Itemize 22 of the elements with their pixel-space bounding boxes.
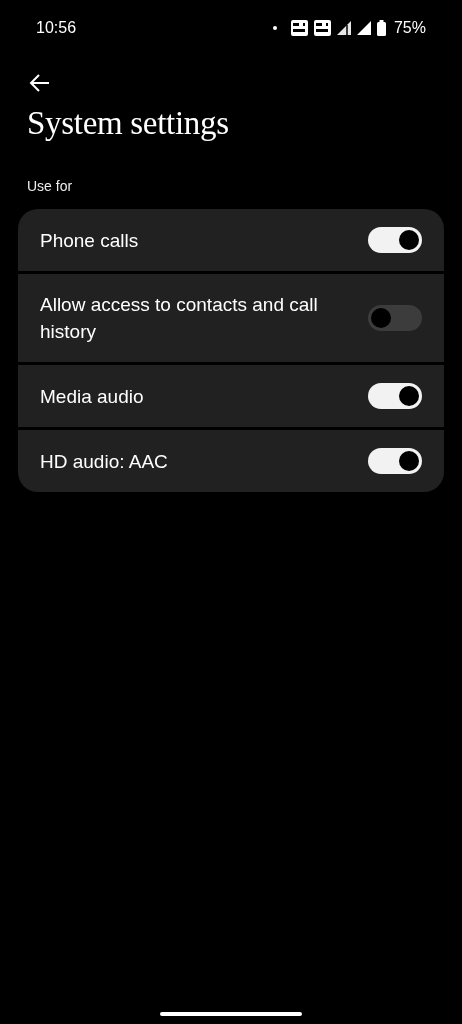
toggle-switch[interactable] [368,383,422,409]
toggle-switch[interactable] [368,305,422,331]
section-header: Use for [27,178,74,194]
signal-icon [336,20,351,35]
clock: 10:56 [36,18,77,37]
setting-label: Media audio [40,384,145,409]
setting-row[interactable]: Allow access to contacts and call history [18,274,444,362]
volte-icon [290,19,308,36]
battery-percentage: 75% [393,18,426,37]
setting-label: HD audio: AAC [40,449,169,474]
notification-dot-icon [272,25,277,30]
battery-icon [376,19,386,36]
volte-icon [313,19,331,36]
signal-icon [356,20,371,35]
setting-label: Allow access to contacts and call history [40,293,319,344]
setting-row[interactable]: Media audio [18,365,444,427]
setting-row[interactable]: HD audio: AAC [18,430,444,492]
toggle-switch[interactable] [368,448,422,474]
toggle-switch[interactable] [368,227,422,253]
setting-label: Phone calls [40,228,140,253]
page-title: System settings [27,105,230,142]
setting-row[interactable]: Phone calls [18,209,444,271]
